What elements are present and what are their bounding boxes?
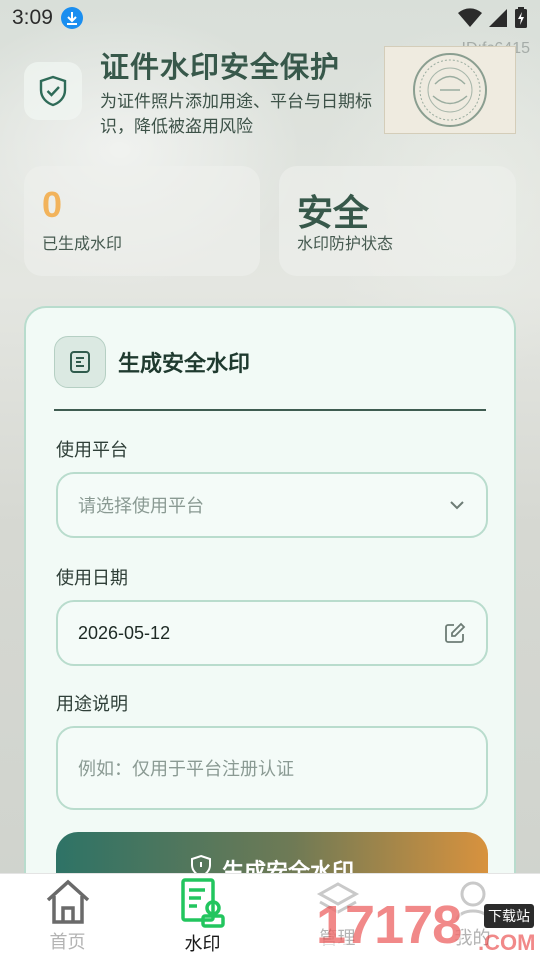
shield-check-icon: [24, 62, 82, 120]
purpose-label: 用途说明: [56, 694, 128, 715]
generated-count-label: 已生成水印: [42, 234, 123, 253]
seal-stamp-image: [384, 46, 516, 134]
page-subtitle: 为证件照片添加用途、平台与日期标识，降低被盗用风险: [100, 92, 372, 137]
watermark-icon: [180, 878, 225, 928]
form-title: 生成安全水印: [118, 352, 251, 377]
wifi-icon: [458, 8, 482, 27]
purpose-input[interactable]: 例如：仅用于平台注册认证: [56, 726, 488, 810]
site-watermark-suffix: .COM: [478, 930, 536, 955]
chevron-down-icon[interactable]: [448, 499, 466, 511]
protection-status-card: 安全 水印防护状态: [279, 166, 516, 276]
platform-placeholder: 请选择使用平台: [78, 496, 204, 517]
nav-item-home[interactable]: 首页: [0, 874, 135, 960]
battery-icon: [515, 7, 527, 28]
nav-label-watermark: 水印: [184, 934, 221, 955]
generated-count-value: 0: [42, 184, 63, 225]
site-watermark-badge: 下载站: [484, 904, 534, 928]
page-title: 证件水印安全保护: [100, 50, 341, 84]
platform-select[interactable]: 请选择使用平台: [56, 472, 488, 538]
status-time: 3:09: [12, 6, 53, 29]
protection-status-label: 水印防护状态: [297, 234, 394, 253]
watermark-form-card: 生成安全水印 使用平台 请选择使用平台 使用日期 2026-05-12 用途说明…: [24, 306, 516, 926]
home-icon: [46, 879, 89, 924]
platform-label: 使用平台: [56, 440, 128, 461]
generated-count-card: 0 已生成水印: [24, 166, 260, 276]
date-label: 使用日期: [56, 568, 128, 589]
purpose-placeholder: 例如：仅用于平台注册认证: [78, 759, 294, 780]
date-field[interactable]: 2026-05-12: [56, 600, 488, 666]
nav-item-watermark[interactable]: 水印: [135, 874, 270, 960]
document-icon: [54, 336, 106, 388]
nav-label-home: 首页: [49, 932, 86, 953]
form-divider: [54, 409, 486, 411]
date-value: 2026-05-12: [78, 622, 171, 643]
site-watermark-logo: 17178: [316, 895, 462, 955]
status-bar: 3:09: [0, 0, 540, 36]
download-icon: [60, 7, 83, 29]
signal-icon: [489, 9, 507, 27]
protection-status-value: 安全: [297, 193, 370, 234]
edit-icon[interactable]: [444, 622, 466, 644]
